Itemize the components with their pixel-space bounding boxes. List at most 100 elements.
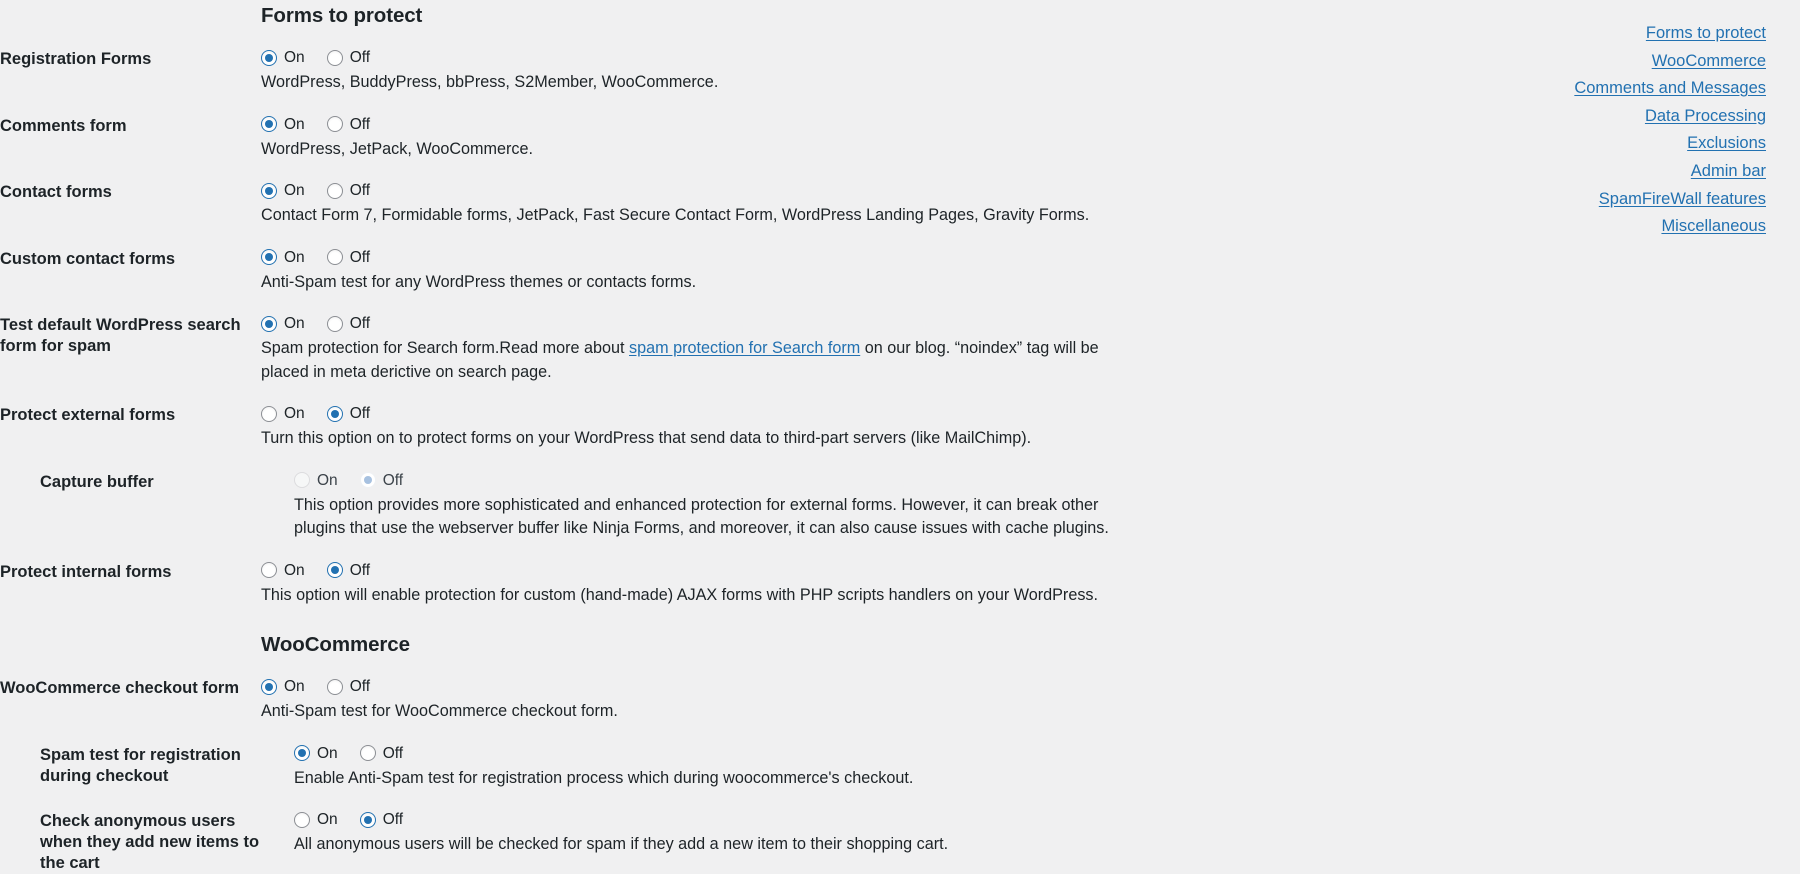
radio-selected-icon[interactable]	[261, 49, 277, 66]
radio-label-on: On	[284, 405, 305, 422]
radio-on-custom-contact-forms[interactable]: On	[261, 247, 305, 268]
setting-description-comments-form: WordPress, JetPack, WooCommerce.	[261, 139, 533, 158]
radio-label-off: Off	[382, 744, 404, 762]
radio-selected-icon	[359, 472, 376, 488]
radio-label-off: Off	[349, 49, 371, 66]
radio-off-registration-forms[interactable]: Off	[326, 47, 371, 68]
setting-label-custom-contact-forms: Custom contact forms	[0, 249, 176, 268]
radio-off-contact-forms[interactable]: Off	[326, 180, 370, 201]
radio-selected-icon[interactable]	[326, 405, 343, 422]
setting-control-custom-contact-forms: On Off Anti-Spam test for any WordPress th…	[261, 247, 1180, 295]
radio-label-off: Off	[349, 248, 371, 266]
radio-selected-icon[interactable]	[261, 116, 277, 132]
setting-row-protect-internal-forms: Protect internal forms On Off This option w…	[0, 541, 1180, 608]
radio-unselected-icon[interactable]	[294, 811, 310, 828]
radio-on-protect-internal-forms[interactable]: On	[261, 560, 305, 581]
radio-unselected-icon[interactable]	[261, 562, 277, 578]
radio-unselected-icon[interactable]	[326, 116, 343, 132]
radio-unselected-icon	[294, 472, 310, 488]
radio-unselected-icon[interactable]	[326, 49, 343, 66]
setting-control-comments-form: On Off WordPress, JetPack, WooCommerce.	[261, 114, 1180, 162]
settings-page: Forms to protect WooCommerce Comments and …	[0, 0, 1800, 872]
radio-on-check-anonymous-users-when-they-add-new-items-to-the-cart[interactable]: On	[294, 809, 338, 830]
setting-label-comments-form: Comments form	[0, 116, 127, 135]
radio-group-protect-internal-forms: On Off	[261, 560, 1180, 581]
setting-row-registration-forms: Registration Forms On Off WordPress, BuddyP…	[0, 28, 1180, 95]
radio-selected-icon[interactable]	[359, 811, 376, 828]
woocommerce-rows: WooCommerce checkout form On Off Anti-Spam …	[0, 657, 1180, 874]
radio-label-on: On	[284, 315, 305, 332]
setting-row-spam-test-for-registration-during-checkout: Spam test for registration during checko…	[0, 724, 1180, 791]
radio-selected-icon[interactable]	[261, 678, 277, 695]
setting-label-check-anonymous-users-when-they-add-new-items-to-the-cart: Check anonymous users when they add new …	[40, 812, 260, 872]
anchor-link-comments-and-messages[interactable]: Comments and Messages	[1436, 75, 1766, 103]
radio-label-on: On	[317, 811, 338, 828]
anchor-link-exclusions[interactable]: Exclusions	[1436, 130, 1766, 158]
radio-off-check-anonymous-users-when-they-add-new-items-to-the-cart[interactable]: Off	[359, 809, 403, 830]
radio-on-woocommerce-checkout-form[interactable]: On	[261, 676, 305, 697]
radio-unselected-icon[interactable]	[261, 405, 277, 422]
section-heading-woocommerce: WooCommerce	[261, 633, 410, 656]
radio-on-protect-external-forms[interactable]: On	[261, 403, 305, 424]
radio-unselected-icon[interactable]	[326, 182, 343, 199]
radio-off-comments-form[interactable]: Off	[326, 114, 370, 135]
radio-group-woocommerce-checkout-form: On Off	[261, 676, 1180, 697]
radio-group-test-default-wordpress-search-form-for-spam: On Off	[261, 313, 1180, 334]
radio-selected-icon[interactable]	[261, 315, 277, 332]
setting-label-woocommerce-checkout-form: WooCommerce checkout form	[0, 679, 239, 697]
setting-control-protect-internal-forms: On Off This option will enable protection …	[261, 560, 1180, 608]
radio-group-contact-forms: On Off	[261, 180, 1180, 201]
anchor-link-woocommerce[interactable]: WooCommerce	[1436, 48, 1766, 76]
radio-off-woocommerce-checkout-form[interactable]: Off	[326, 676, 371, 697]
radio-unselected-icon[interactable]	[359, 745, 376, 761]
radio-label-on: On	[317, 744, 338, 762]
setting-description-registration-forms: WordPress, BuddyPress, bbPress, S2Member…	[261, 73, 719, 91]
radio-group-check-anonymous-users-when-they-add-new-items-to-the-cart: On Off	[294, 809, 1180, 830]
setting-row-woocommerce-checkout-form: WooCommerce checkout form On Off Anti-Spam …	[0, 657, 1180, 724]
anchor-link-admin-bar[interactable]: Admin bar	[1436, 158, 1766, 186]
description-inline-link[interactable]: spam protection for Search form	[629, 339, 860, 357]
radio-label-off: Off	[349, 678, 371, 695]
radio-on-test-default-wordpress-search-form-for-spam[interactable]: On	[261, 313, 305, 334]
setting-control-woocommerce-checkout-form: On Off Anti-Spam test for WooCommerce chec…	[261, 676, 1180, 724]
radio-unselected-icon[interactable]	[326, 678, 343, 695]
radio-group-comments-form: On Off	[261, 114, 1180, 135]
radio-off-custom-contact-forms[interactable]: Off	[326, 247, 371, 268]
radio-group-spam-test-for-registration-during-checkout: On Off	[294, 743, 1180, 764]
anchor-link-forms-to-protect[interactable]: Forms to protect	[1436, 20, 1766, 48]
radio-selected-icon[interactable]	[261, 249, 277, 265]
setting-description-check-anonymous-users-when-they-add-new-items-to-the-cart: All anonymous users will be checked for …	[294, 835, 949, 853]
radio-on-comments-form[interactable]: On	[261, 114, 305, 135]
setting-control-spam-test-for-registration-during-checkout: On Off Enable Anti-Spam test for registrat…	[294, 743, 1180, 791]
radio-off-protect-internal-forms[interactable]: Off	[326, 560, 370, 581]
radio-off-spam-test-for-registration-during-checkout[interactable]: Off	[359, 743, 404, 764]
setting-control-registration-forms: On Off WordPress, BuddyPress, bbPress, S2M…	[261, 47, 1180, 95]
radio-off-test-default-wordpress-search-form-for-spam[interactable]: Off	[326, 313, 370, 334]
radio-selected-icon[interactable]	[261, 182, 277, 199]
setting-row-comments-form: Comments form On Off WordPress, JetPack, Wo…	[0, 95, 1180, 162]
setting-label-protect-external-forms: Protect external forms	[0, 406, 176, 424]
anchor-link-miscellaneous[interactable]: Miscellaneous	[1436, 213, 1766, 241]
radio-selected-icon[interactable]	[294, 745, 310, 761]
anchor-link-spamfirewall-features[interactable]: SpamFireWall features	[1436, 186, 1766, 214]
setting-row-check-anonymous-users-when-they-add-new-items-to-the-cart: Check anonymous users when they add new …	[0, 790, 1180, 874]
radio-label-on: On	[284, 49, 305, 66]
setting-label-registration-forms: Registration Forms	[0, 50, 152, 68]
radio-unselected-icon[interactable]	[326, 249, 343, 265]
radio-label-on: On	[284, 678, 305, 695]
radio-label-on: On	[317, 471, 338, 489]
radio-on-contact-forms[interactable]: On	[261, 180, 305, 201]
radio-on-spam-test-for-registration-during-checkout[interactable]: On	[294, 743, 338, 764]
setting-description-protect-external-forms: Turn this option on to protect forms on …	[261, 429, 1032, 447]
radio-on-registration-forms[interactable]: On	[261, 47, 305, 68]
radio-on-capture-buffer: On	[294, 470, 338, 491]
setting-label-contact-forms: Contact forms	[0, 183, 112, 201]
anchor-link-data-processing[interactable]: Data Processing	[1436, 103, 1766, 131]
radio-selected-icon[interactable]	[326, 562, 343, 578]
radio-label-off: Off	[349, 405, 371, 422]
setting-control-capture-buffer: On Off This option provides more sophistic…	[294, 470, 1180, 541]
radio-off-capture-buffer: Off	[359, 470, 403, 491]
radio-off-protect-external-forms[interactable]: Off	[326, 403, 371, 424]
radio-unselected-icon[interactable]	[326, 315, 343, 332]
setting-row-protect-external-forms: Protect external forms On Off Turn this opt…	[0, 384, 1180, 451]
